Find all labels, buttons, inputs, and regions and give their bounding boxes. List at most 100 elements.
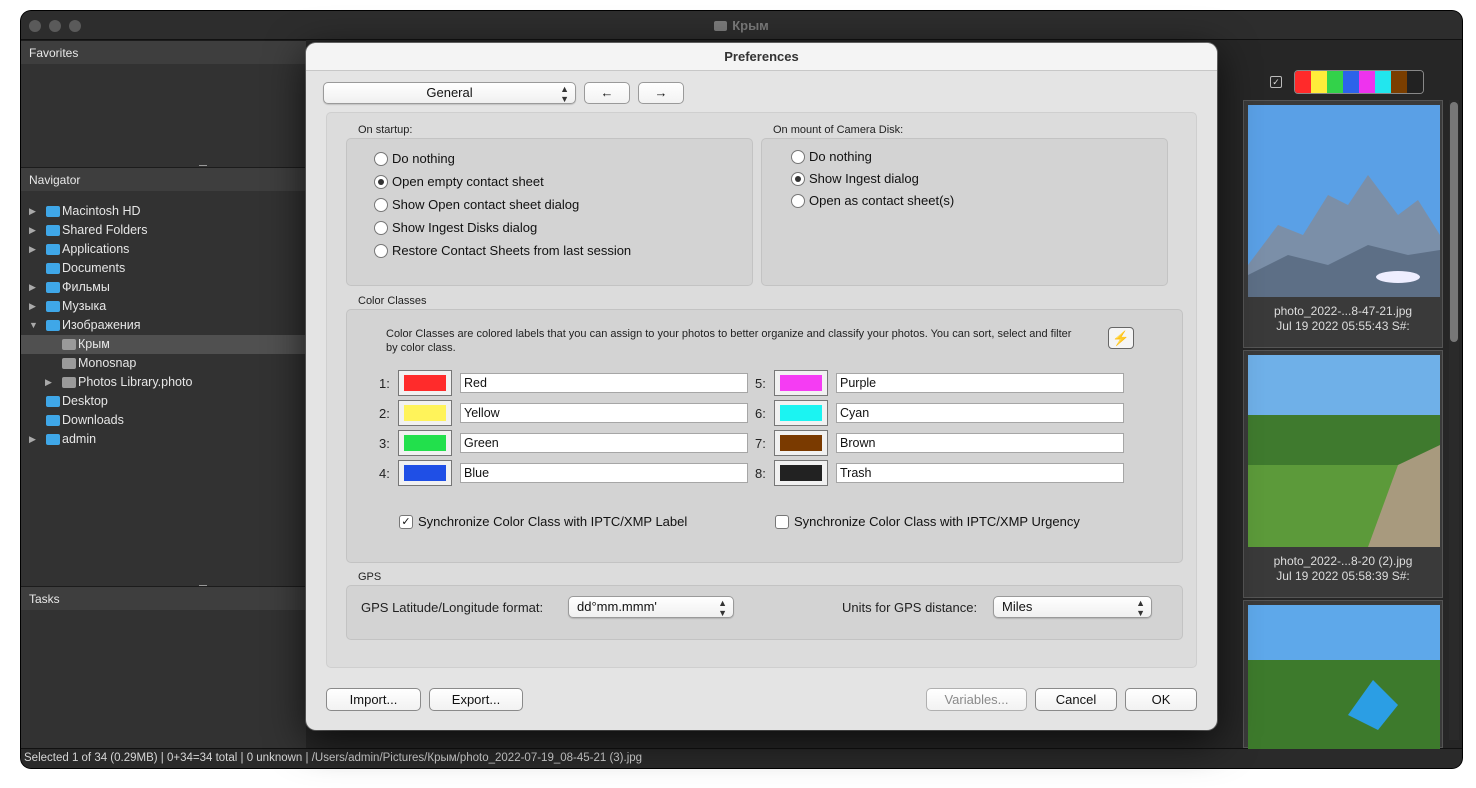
sidebar-item-1[interactable]: ▶ Shared Folders: [21, 221, 306, 240]
disclosure-open-icon[interactable]: ▼: [29, 316, 38, 335]
sidebar-item-6[interactable]: ▼ Изображения: [21, 316, 306, 335]
color-class-name-field[interactable]: Red: [460, 373, 748, 393]
checkbox[interactable]: [775, 515, 789, 529]
sidebar-item-11[interactable]: Downloads: [21, 411, 306, 430]
color-class-name-field[interactable]: Yellow: [460, 403, 748, 423]
sidebar-item-0[interactable]: ▶ Macintosh HD: [21, 202, 306, 221]
radio-label: Show Ingest dialog: [809, 171, 919, 186]
radio-button[interactable]: [374, 244, 388, 258]
favorites-header[interactable]: Favorites: [21, 40, 306, 64]
disclosure-closed-icon[interactable]: ▶: [29, 430, 36, 449]
sidebar-item-4[interactable]: ▶ Фильмы: [21, 278, 306, 297]
lightning-icon[interactable]: ⚡: [1108, 327, 1134, 349]
color-swatch[interactable]: [1295, 71, 1311, 93]
color-swatch[interactable]: [1311, 71, 1327, 93]
color-swatch[interactable]: [1391, 71, 1407, 93]
startup-label: On startup:: [358, 124, 413, 136]
radio-button[interactable]: [791, 194, 805, 208]
forward-button[interactable]: →: [638, 82, 684, 104]
navigator-header[interactable]: Navigator: [21, 167, 306, 191]
color-class-name-field[interactable]: Brown: [836, 433, 1124, 453]
color-class-name-field[interactable]: Green: [460, 433, 748, 453]
color-swatch[interactable]: [1407, 71, 1423, 93]
color-class-swatch[interactable]: [774, 400, 828, 426]
gps-format-value: dd°mm.mmm': [577, 599, 657, 614]
thumbnail-image[interactable]: [1248, 105, 1440, 297]
color-swatch[interactable]: [1375, 71, 1391, 93]
color-class-name-field[interactable]: Trash: [836, 463, 1124, 483]
color-class-number: 1:: [379, 376, 390, 391]
color-swatch[interactable]: [1343, 71, 1359, 93]
color-well: [404, 435, 446, 451]
disclosure-closed-icon[interactable]: ▶: [29, 221, 36, 240]
radio-button[interactable]: [374, 152, 388, 166]
folder-icon: [46, 396, 60, 407]
sidebar-item-2[interactable]: ▶ Applications: [21, 240, 306, 259]
color-class-filter[interactable]: [1294, 70, 1424, 94]
thumbnail-cell[interactable]: photo_2022-...8-47-21.jpg Jul 19 2022 05…: [1243, 100, 1443, 348]
window-titlebar: Крым: [21, 11, 1462, 40]
radio-label: Restore Contact Sheets from last session: [392, 243, 632, 258]
thumbnail-filename: photo_2022-...8-47-21.jpg: [1273, 304, 1413, 318]
color-class-name-field[interactable]: Purple: [836, 373, 1124, 393]
color-class-swatch[interactable]: [398, 460, 452, 486]
radio-button[interactable]: [374, 221, 388, 235]
sidebar-item-label: admin: [62, 432, 97, 446]
color-class-number: 4:: [379, 466, 390, 481]
sidebar-item-12[interactable]: ▶ admin: [21, 430, 306, 449]
radio-label: Show Open contact sheet dialog: [392, 197, 580, 212]
radio-button[interactable]: [374, 175, 388, 189]
gps-format-popup[interactable]: dd°mm.mmm' ▲ ▼: [568, 596, 734, 618]
disclosure-closed-icon[interactable]: ▶: [29, 297, 36, 316]
radio-button[interactable]: [791, 172, 805, 186]
sidebar-item-5[interactable]: ▶ Музыка: [21, 297, 306, 316]
folder-icon: [714, 21, 728, 31]
radio-label: Open empty contact sheet: [392, 174, 544, 189]
sidebar-item-10[interactable]: Desktop: [21, 392, 306, 411]
export-button[interactable]: Export...: [429, 688, 523, 711]
sidebar-item-7[interactable]: Крым: [21, 335, 306, 354]
section-popup[interactable]: General ▲ ▼: [323, 82, 576, 104]
color-class-swatch[interactable]: [774, 460, 828, 486]
filter-checkbox[interactable]: ✓: [1270, 76, 1282, 88]
color-class-swatch[interactable]: [774, 370, 828, 396]
color-class-swatch[interactable]: [774, 430, 828, 456]
sidebar-item-3[interactable]: Documents: [21, 259, 306, 278]
disclosure-closed-icon[interactable]: ▶: [29, 278, 36, 297]
color-classes-label: Color Classes: [358, 295, 427, 307]
checkbox[interactable]: ✓: [399, 515, 413, 529]
cancel-button[interactable]: Cancel: [1035, 688, 1117, 711]
thumbnail-filename: photo_2022-...8-20 (2).jpg: [1273, 554, 1413, 568]
disclosure-closed-icon[interactable]: ▶: [29, 240, 36, 259]
thumbnail-image[interactable]: [1248, 355, 1440, 547]
gps-units-popup[interactable]: Miles ▲ ▼: [993, 596, 1152, 618]
color-class-swatch[interactable]: [398, 430, 452, 456]
color-swatch[interactable]: [1359, 71, 1375, 93]
sidebar-item-9[interactable]: ▶ Photos Library.photo: [21, 373, 306, 392]
sidebar-item-label: Macintosh HD: [62, 204, 141, 218]
sidebar-item-8[interactable]: Monosnap: [21, 354, 306, 373]
variables-button[interactable]: Variables...: [926, 688, 1027, 711]
folder-icon: [46, 415, 60, 426]
color-class-swatch[interactable]: [398, 370, 452, 396]
thumbnail-cell[interactable]: photo_2022-...8-20 (2).jpg Jul 19 2022 0…: [1243, 350, 1443, 598]
ok-button[interactable]: OK: [1125, 688, 1197, 711]
back-button[interactable]: ←: [584, 82, 630, 104]
color-class-name-field[interactable]: Blue: [460, 463, 748, 483]
scrollbar-thumb[interactable]: [1450, 102, 1458, 342]
disclosure-closed-icon[interactable]: ▶: [29, 202, 36, 221]
import-button[interactable]: Import...: [326, 688, 421, 711]
color-class-swatch[interactable]: [398, 400, 452, 426]
thumbnail-cell[interactable]: [1243, 600, 1443, 749]
color-class-number: 5:: [755, 376, 766, 391]
thumbnail-image[interactable]: [1248, 605, 1440, 749]
tasks-header[interactable]: Tasks: [21, 586, 306, 610]
shared-folder-icon: [46, 225, 60, 236]
radio-button[interactable]: [374, 198, 388, 212]
color-class-name-field[interactable]: Cyan: [836, 403, 1124, 423]
color-well: [404, 375, 446, 391]
disclosure-closed-icon[interactable]: ▶: [45, 373, 52, 392]
color-swatch[interactable]: [1327, 71, 1343, 93]
radio-button[interactable]: [791, 150, 805, 164]
radio-label: Show Ingest Disks dialog: [392, 220, 538, 235]
